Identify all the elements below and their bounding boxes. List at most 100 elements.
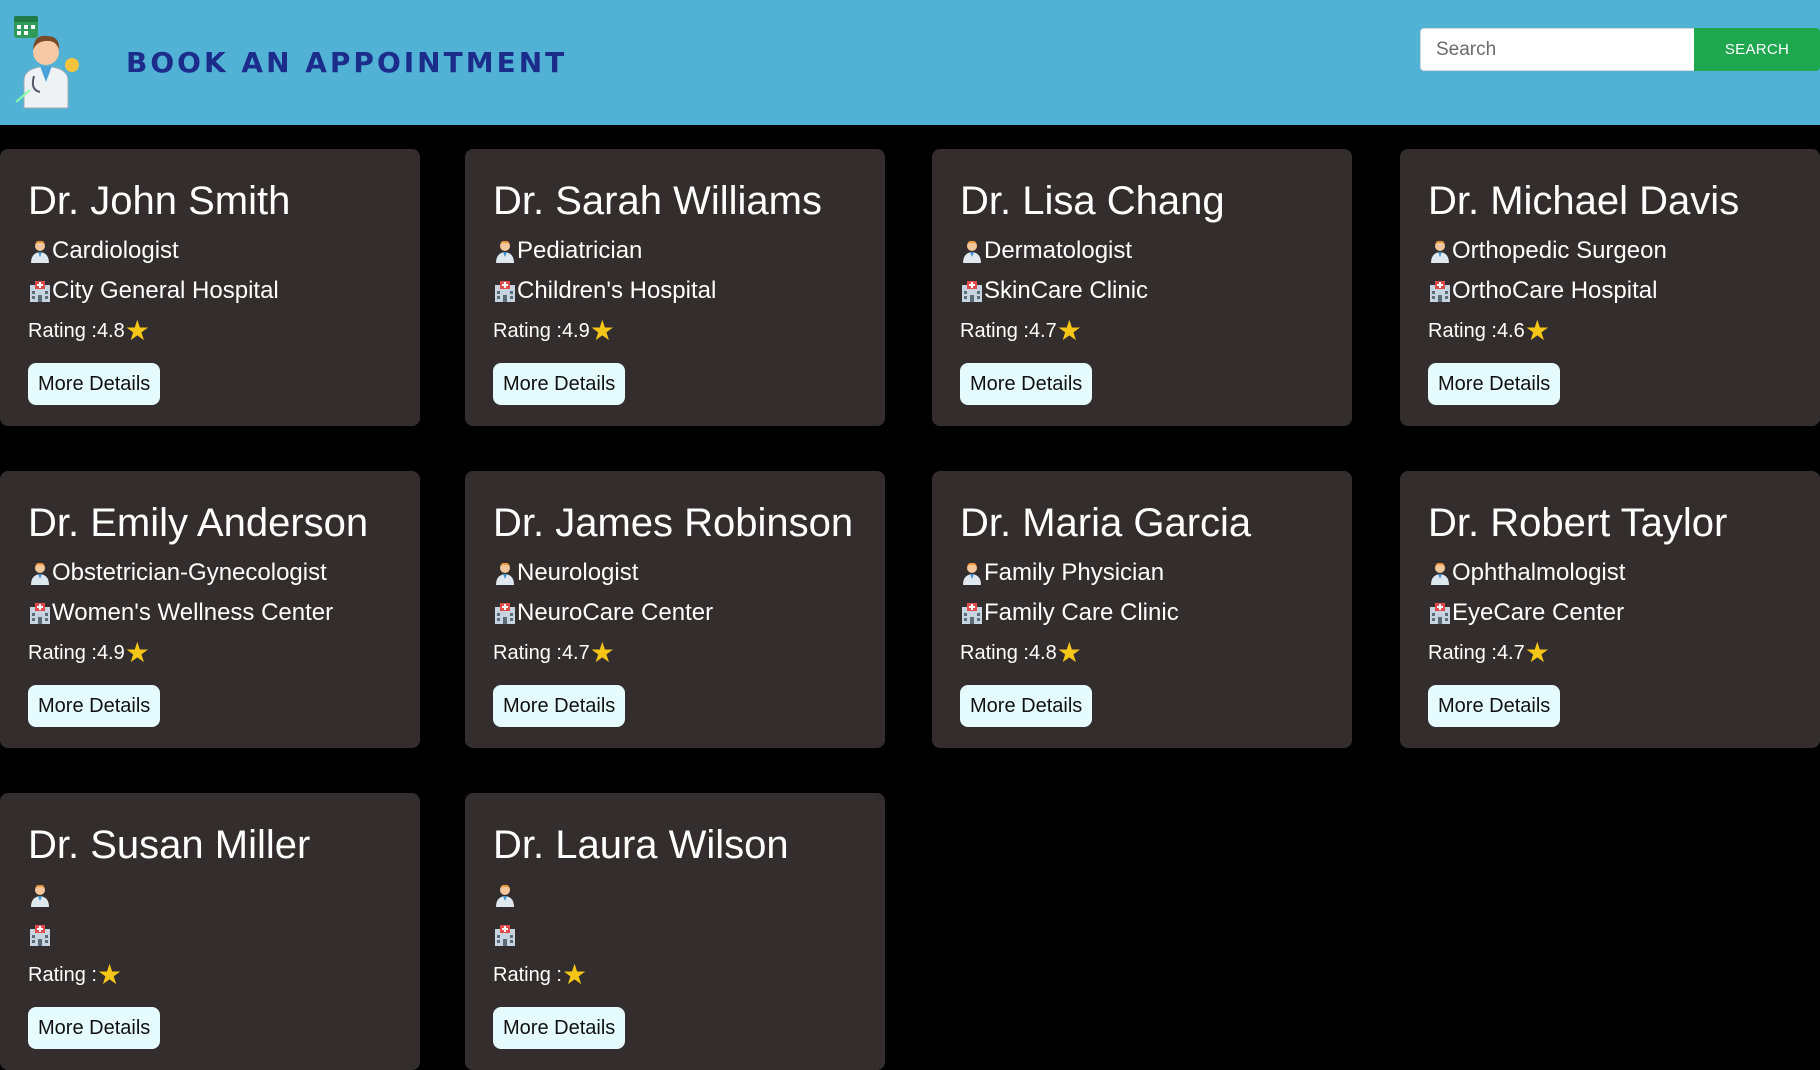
brand-title: BOOK AN APPOINTMENT <box>126 46 568 79</box>
star-icon: ★ <box>124 315 150 346</box>
more-details-button[interactable]: More Details <box>1428 685 1561 727</box>
doctor-grid: Dr. John Smith Cardiologist City General… <box>0 149 1820 1070</box>
doctor-rating: Rating : 4.7 ★ <box>1428 633 1792 673</box>
doctor-hospital <box>493 915 857 955</box>
doctor-rating: Rating : 4.8 ★ <box>28 311 392 351</box>
doctor-icon <box>1431 240 1449 263</box>
more-details-button[interactable]: More Details <box>28 685 161 727</box>
star-icon: ★ <box>561 959 588 990</box>
hospital-text: Family Care Clinic <box>984 599 1179 626</box>
hospital-icon <box>30 603 50 624</box>
more-details-button[interactable]: More Details <box>28 363 161 405</box>
hospital-icon <box>1430 603 1450 624</box>
doctor-rating: Rating : 4.8 ★ <box>960 633 1324 673</box>
doctor-card: Dr. Laura Wilson Rating: ★ More Details <box>465 793 885 1070</box>
star-icon: ★ <box>96 959 123 990</box>
hospital-text: EyeCare Center <box>1452 599 1625 626</box>
star-icon: ★ <box>124 637 150 668</box>
rating-value: 4.7 <box>1028 319 1057 342</box>
doctor-name: Dr. Emily Anderson <box>28 501 369 545</box>
rating-value: 4.8 <box>96 319 125 342</box>
specialty-text: Neurologist <box>517 559 639 586</box>
doctor-specialty: Obstetrician-Gynecologist <box>28 553 392 593</box>
doctor-rating: Rating : 4.9 ★ <box>28 633 392 673</box>
doctor-specialty <box>493 875 857 915</box>
app-header: BOOK AN APPOINTMENT SEARCH <box>0 0 1820 125</box>
search-input[interactable] <box>1420 28 1694 71</box>
doctor-name: Dr. Susan Miller <box>28 823 311 867</box>
doctor-hospital: City General Hospital <box>28 271 392 311</box>
more-details-button[interactable]: More Details <box>28 1007 161 1049</box>
search-bar: SEARCH <box>1420 28 1820 71</box>
rating-label: Rating : <box>28 641 97 664</box>
doctor-card: Dr. Lisa Chang Dermatologist SkinCare Cl… <box>932 149 1352 426</box>
rating-label: Rating : <box>28 319 97 342</box>
doctor-card: Dr. James Robinson Neurologist NeuroCare… <box>465 471 885 748</box>
hospital-icon <box>495 281 515 302</box>
hospital-icon <box>30 281 50 302</box>
hospital-icon <box>30 925 50 946</box>
specialty-text: Dermatologist <box>984 237 1133 264</box>
doctor-specialty: Cardiologist <box>28 231 392 271</box>
specialty-text: Orthopedic Surgeon <box>1452 237 1667 264</box>
doctor-card: Dr. Maria Garcia Family Physician Family… <box>932 471 1352 748</box>
doctor-hospital: SkinCare Clinic <box>960 271 1324 311</box>
doctor-rating: Rating : ★ <box>493 955 857 995</box>
rating-value: 4.7 <box>561 641 590 664</box>
hospital-text: Women's Wellness Center <box>52 599 334 626</box>
hospital-icon <box>962 281 982 302</box>
rating-value: 4.9 <box>96 641 125 664</box>
hospital-text: Children's Hospital <box>517 277 717 304</box>
doctor-rating: Rating : 4.7 ★ <box>960 311 1324 351</box>
hospital-text: City General Hospital <box>52 277 279 304</box>
doctor-name: Dr. Lisa Chang <box>960 179 1225 223</box>
rating-label: Rating : <box>960 319 1029 342</box>
more-details-button[interactable]: More Details <box>1428 363 1561 405</box>
star-icon: ★ <box>1056 637 1082 668</box>
more-details-button[interactable]: More Details <box>493 685 626 727</box>
rating-label: Rating : <box>960 641 1029 664</box>
star-icon: ★ <box>1524 637 1550 668</box>
doctor-name: Dr. Michael Davis <box>1428 179 1740 223</box>
doctor-card: Dr. Michael Davis Orthopedic Surgeon Ort… <box>1400 149 1820 426</box>
doctor-hospital <box>28 915 392 955</box>
specialty-text: Cardiologist <box>52 237 179 264</box>
more-details-button[interactable]: More Details <box>493 363 626 405</box>
doctor-specialty: Ophthalmologist <box>1428 553 1792 593</box>
doctor-name: Dr. Maria Garcia <box>960 501 1252 545</box>
star-icon: ★ <box>589 637 615 668</box>
rating-value: 4.6 <box>1496 319 1525 342</box>
rating-label: Rating : <box>493 641 562 664</box>
doctor-hospital: EyeCare Center <box>1428 593 1792 633</box>
rating-label: Rating : <box>493 963 562 986</box>
doctor-specialty: Family Physician <box>960 553 1324 593</box>
doctor-hospital: OrthoCare Hospital <box>1428 271 1792 311</box>
rating-value: 4.8 <box>1028 641 1057 664</box>
rating-label: Rating : <box>1428 319 1497 342</box>
specialty-text: Pediatrician <box>517 237 643 264</box>
rating-value: 4.9 <box>561 319 590 342</box>
hospital-icon <box>1430 281 1450 302</box>
rating-label: Rating : <box>493 319 562 342</box>
doctor-hospital: Children's Hospital <box>493 271 857 311</box>
more-details-button[interactable]: More Details <box>960 685 1093 727</box>
doctor-name: Dr. Sarah Williams <box>493 179 822 223</box>
doctor-hospital: Family Care Clinic <box>960 593 1324 633</box>
doctor-specialty: Neurologist <box>493 553 857 593</box>
doctor-rating: Rating : 4.6 ★ <box>1428 311 1792 351</box>
more-details-button[interactable]: More Details <box>960 363 1093 405</box>
star-icon: ★ <box>1524 315 1550 346</box>
hospital-text: OrthoCare Hospital <box>1452 277 1658 304</box>
more-details-button[interactable]: More Details <box>493 1007 626 1049</box>
specialty-text: Obstetrician-Gynecologist <box>52 559 327 586</box>
doctor-icon <box>963 562 981 585</box>
doctor-icon <box>1431 562 1449 585</box>
doctor-specialty: Dermatologist <box>960 231 1324 271</box>
hospital-icon <box>495 603 515 624</box>
hospital-text: SkinCare Clinic <box>984 277 1149 304</box>
rating-label: Rating : <box>1428 641 1497 664</box>
doctor-icon <box>31 884 49 907</box>
doctor-rating: Rating : ★ <box>28 955 392 995</box>
doctor-icon <box>496 884 514 907</box>
search-button[interactable]: SEARCH <box>1694 28 1820 71</box>
